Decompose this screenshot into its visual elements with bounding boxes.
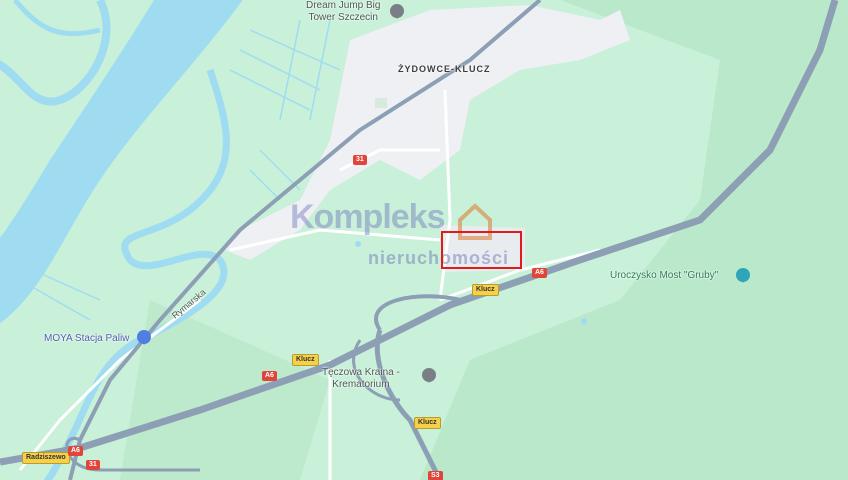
- krematorium-label[interactable]: Tęczowa Kraina - Krematorium: [322, 367, 400, 391]
- park-pin-icon[interactable]: [736, 268, 750, 283]
- river: [0, 0, 243, 324]
- selected-plot-outline: [441, 231, 522, 269]
- fuel-station-label[interactable]: MOYA Stacja Paliw: [44, 333, 129, 344]
- road-31-shield: 31: [353, 155, 367, 165]
- forest-area: [120, 300, 330, 480]
- radziszewo-exit-shield: Radziszewo: [22, 452, 70, 464]
- fuel-pin-icon[interactable]: [137, 330, 151, 345]
- road-31-shield: 31: [86, 460, 100, 470]
- klucz-exit-shield: Klucz: [414, 417, 441, 429]
- river-channel: [0, 0, 111, 106]
- a6-shield: A6: [532, 268, 547, 278]
- park-label[interactable]: Uroczysko Most "Gruby": [610, 270, 718, 281]
- pond: [581, 318, 587, 324]
- a6-shield: A6: [262, 371, 277, 381]
- a6-shield: A6: [68, 446, 83, 456]
- watermark-title: Kompleks: [290, 198, 445, 236]
- park-patch: [375, 98, 387, 108]
- river-channel: [13, 0, 101, 37]
- klucz-exit-shield: Klucz: [472, 284, 499, 296]
- location-pin-icon[interactable]: [422, 368, 436, 383]
- pond: [355, 241, 361, 247]
- poi-dream-jump[interactable]: Dream Jump Big Tower Szczecin: [306, 0, 380, 24]
- highway-s3: [374, 329, 443, 480]
- interchange-ramp: [374, 294, 461, 332]
- map-canvas[interactable]: Kompleks nieruchomości ŻYDOWCE-KLUCZ Dre…: [0, 0, 848, 480]
- s3-shield: S3: [428, 471, 443, 480]
- place-label: ŻYDOWCE-KLUCZ: [398, 64, 491, 74]
- location-pin-icon[interactable]: [390, 4, 404, 19]
- klucz-exit-shield: Klucz: [292, 354, 319, 366]
